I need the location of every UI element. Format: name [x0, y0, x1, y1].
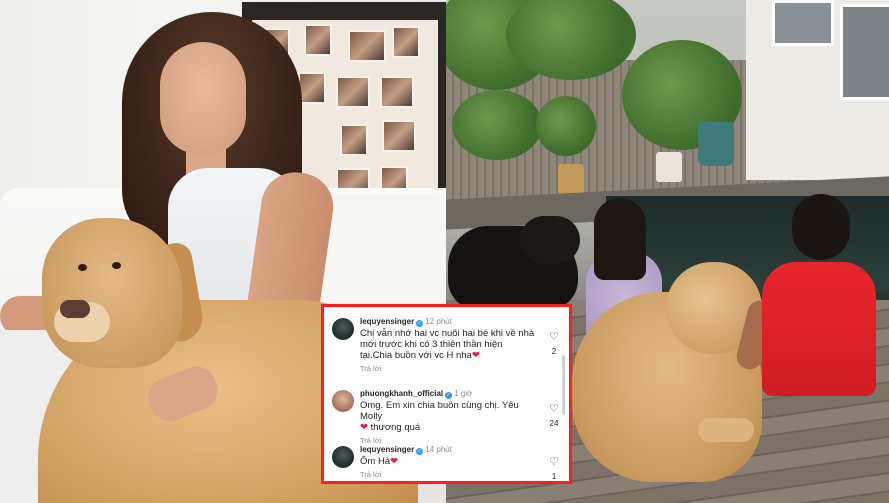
mini-photo — [382, 120, 416, 152]
comment-body-continued: thương quá — [370, 422, 421, 433]
verified-badge-icon: ✓ — [416, 320, 424, 327]
woman-face — [160, 42, 246, 154]
mini-photo — [340, 124, 368, 156]
like-heart-outline-icon[interactable]: ♡ — [547, 403, 561, 415]
black-dog-head — [520, 216, 580, 264]
reply-link[interactable]: Trả lời — [360, 470, 537, 480]
comment-item: lequyensinger ✓ 12 phút Chị vẫn nhớ hai vc… — [330, 316, 569, 388]
comment-header: phuongkhanh_official ✓ 1 giờ — [360, 388, 537, 399]
mini-photo — [304, 24, 332, 56]
heart-emoji-icon: ❤ — [471, 350, 480, 361]
house-window — [840, 4, 889, 100]
avatar[interactable] — [332, 390, 354, 412]
like-heart-outline-icon[interactable]: ♡ — [547, 331, 561, 343]
boy-red-shirt — [762, 262, 876, 396]
comment-body: Chị vẫn nhớ hai vc nuôi hai bé khi về nh… — [360, 328, 535, 361]
golden-dog-eye — [112, 262, 121, 269]
mini-photo — [348, 30, 386, 62]
comment-body: Omg. Em xin chia buồn cùng chị. Yêu Moll… — [360, 400, 519, 422]
heart-emoji-icon: ❤ — [390, 456, 399, 467]
heart-emoji-icon: ❤ — [360, 422, 368, 433]
comment-time: 1 giờ — [454, 389, 473, 398]
golden-dog-eye — [78, 264, 87, 271]
comment-time: 12 phút — [425, 317, 452, 326]
plant-pot — [656, 152, 682, 182]
comment-time: 14 phút — [425, 445, 452, 454]
like-column: ♡ 2 — [547, 331, 561, 357]
comment-header: lequyensinger ✓ 12 phút — [360, 316, 537, 327]
username[interactable]: phuongkhanh_official — [360, 389, 443, 398]
like-count: 2 — [551, 347, 557, 356]
verified-badge-icon: ✓ — [445, 392, 453, 399]
house-window — [772, 0, 834, 46]
like-heart-outline-icon[interactable]: ♡ — [547, 456, 561, 468]
comment-header: lequyensinger ✓ 14 phút — [360, 444, 537, 455]
avatar[interactable] — [332, 318, 354, 340]
mini-photo — [298, 72, 326, 104]
username[interactable]: lequyensinger — [360, 445, 414, 454]
comment-item: lequyensinger ✓ 14 phút Ôm Hà❤ Trả lời ♡ 1 — [330, 444, 569, 481]
like-column: ♡ 1 — [547, 456, 561, 481]
comment-text: Omg. Em xin chia buồn cùng chị. Yêu Moll… — [360, 400, 537, 433]
boy-head — [792, 194, 850, 260]
reply-link[interactable]: Trả lời — [360, 364, 537, 374]
like-count: 24 — [549, 419, 559, 428]
golden-dog-nose — [60, 300, 90, 318]
mini-photo — [380, 76, 414, 108]
comment-body: Ôm Hà — [360, 456, 391, 467]
avatar[interactable] — [332, 446, 354, 468]
verified-badge-icon: ✓ — [416, 448, 424, 455]
shrub — [452, 90, 542, 160]
golden-dog-paw — [698, 418, 754, 442]
mini-photo — [392, 26, 420, 58]
like-count: 1 — [551, 472, 557, 481]
girl-hair — [594, 198, 646, 280]
like-column: ♡ 24 — [547, 403, 561, 429]
golden-dog-head — [42, 218, 182, 368]
comment-item: phuongkhanh_official ✓ 1 giờ Omg. Em xin c… — [330, 388, 569, 445]
shrub — [536, 96, 596, 156]
plant-pot — [698, 122, 734, 166]
plant-pot — [558, 164, 584, 194]
comments-panel: lequyensinger ✓ 12 phút Chị vẫn nhớ hai vc… — [321, 304, 572, 484]
comment-text: Chị vẫn nhớ hai vc nuôi hai bé khi về nh… — [360, 328, 537, 361]
comment-text: Ôm Hà❤ — [360, 456, 537, 467]
username[interactable]: lequyensinger — [360, 317, 414, 326]
mini-photo — [336, 76, 370, 108]
